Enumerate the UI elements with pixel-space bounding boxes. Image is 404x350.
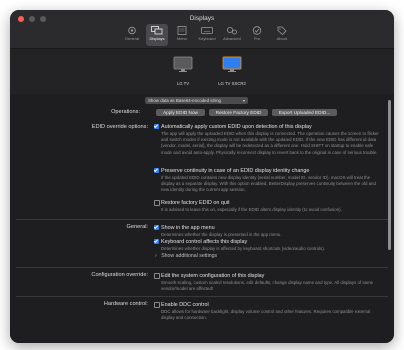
tab-menu[interactable]: Menu [171, 24, 193, 46]
display-lg-tv[interactable]: LG TV [163, 56, 203, 86]
separator [16, 296, 388, 297]
tab-advanced-label: Advanced [223, 36, 241, 41]
restore-on-quit-checkbox[interactable] [154, 200, 160, 206]
preserve-continuity-checkbox[interactable] [154, 168, 159, 173]
show-in-menu-label: Show in the app menu [161, 224, 215, 231]
auto-apply-label: Automatically apply custom EDID upon det… [161, 123, 312, 130]
operations-label: Operations: [111, 109, 140, 115]
tab-general-label: General [124, 36, 140, 41]
edit-configuration-description: Smooth scaling, custom scaled resolution… [161, 280, 374, 292]
settings-window: Displays General Displays Menu Keyboard … [10, 10, 394, 343]
tab-general[interactable]: General [121, 24, 143, 46]
preserve-continuity-description: If the updated EDID contains new display… [161, 175, 376, 193]
edid-format-select-value: Show data as Base64-encoded string [148, 98, 221, 103]
additional-settings-disclosure[interactable]: › Show additional settings [155, 253, 217, 259]
display-lg-tv-sscr2[interactable]: LG TV SSCR2 [212, 56, 252, 86]
tab-pro-label: Pro [253, 36, 261, 41]
display-lg-tv-sscr2-label: LG TV SSCR2 [218, 81, 246, 86]
vertical-scrollbar[interactable] [388, 100, 391, 250]
restore-on-quit-label: Restore factory EDID on quit [161, 199, 230, 206]
menu-icon [177, 26, 187, 35]
export-edid-button[interactable]: Export Uploaded EDID... [272, 109, 337, 116]
hardware-control-label: Hardware control: [103, 301, 148, 307]
general-label: General: [126, 224, 148, 230]
title-bar: Displays General Displays Menu Keyboard … [10, 10, 394, 49]
keyboard-control-checkbox[interactable] [154, 239, 159, 244]
preserve-continuity-label: Preserve continuity in case of an EDID d… [161, 167, 310, 174]
tab-displays[interactable]: Displays [146, 24, 168, 46]
separator [16, 267, 388, 268]
additional-settings-label: Show additional settings [161, 253, 218, 259]
edid-override-label: EDID override options: [91, 124, 148, 130]
auto-apply-checkbox[interactable] [154, 124, 159, 129]
tab-pro[interactable]: Pro [246, 24, 268, 46]
checkmark-badge-icon [252, 26, 262, 35]
edit-configuration-checkbox[interactable] [154, 273, 160, 279]
show-in-menu-checkbox[interactable] [154, 225, 159, 230]
advanced-gears-icon [227, 27, 237, 35]
monitor-icon [173, 56, 193, 72]
restore-factory-edid-button[interactable]: Restore Factory EDID [209, 109, 268, 116]
tab-keyboard[interactable]: Keyboard [196, 24, 218, 46]
window-title: Displays [189, 15, 215, 22]
displays-icon [151, 26, 163, 35]
tag-icon [277, 26, 287, 35]
configuration-override-label: Configuration override: [91, 272, 148, 278]
edid-format-select[interactable]: Show data as Base64-encoded string ▾ [145, 97, 248, 104]
chevron-right-icon: › [155, 253, 157, 259]
keyboard-control-description: Determines whether display is affected b… [161, 246, 325, 251]
keyboard-control-label: Keyboard control affects this display [161, 238, 248, 245]
enable-ddc-checkbox[interactable] [154, 302, 160, 308]
tab-keyboard-label: Keyboard [198, 36, 216, 41]
settings-content: Show data as Base64-encoded string ▾ Ope… [10, 94, 394, 343]
show-in-menu-description: Determines whether the display is presen… [161, 232, 282, 237]
restore-on-quit-description: It is advised to leave this on, especial… [161, 207, 342, 212]
tab-advanced[interactable]: Advanced [221, 24, 243, 46]
tab-menu-label: Menu [176, 36, 187, 41]
enable-ddc-label: Enable DDC control [161, 301, 209, 308]
toolbar: General Displays Menu Keyboard Advanced … [121, 24, 293, 46]
keyboard-icon [201, 27, 213, 34]
apply-edid-button[interactable]: Apply EDID Now [156, 109, 205, 116]
edit-configuration-label: Edit the system configuration of this di… [161, 272, 265, 279]
display-selector: LG TV LG TV SSCR2 [10, 56, 394, 92]
gear-icon [128, 26, 136, 35]
enable-ddc-description: DDC allows for hardware backlight, displ… [161, 309, 371, 321]
auto-apply-description: The app will apply the uploaded EDID whe… [161, 131, 379, 155]
monitor-icon [222, 56, 242, 72]
tab-displays-label: Displays [149, 36, 165, 41]
tab-about[interactable]: About [271, 24, 293, 46]
display-lg-tv-label: LG TV [176, 81, 190, 86]
separator [16, 219, 388, 220]
tab-about-label: About [276, 36, 288, 41]
chevron-down-icon: ▾ [242, 98, 245, 103]
